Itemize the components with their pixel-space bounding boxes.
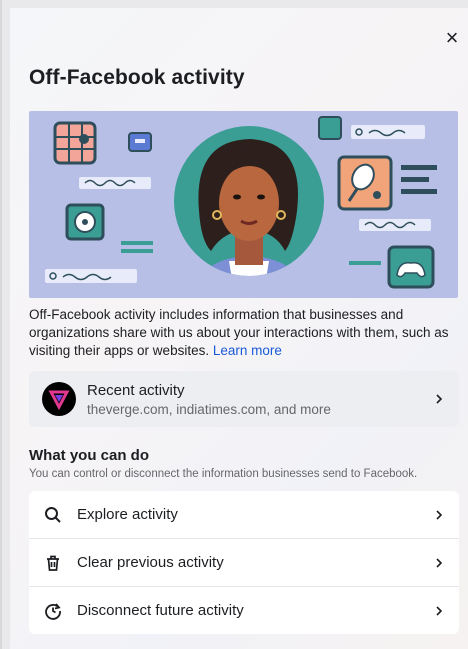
page-title: Off-Facebook activity [29,66,245,89]
chevron-right-icon [436,605,443,616]
clear-previous-activity-button[interactable]: Clear previous activity [29,539,459,587]
portrait-illustration [174,126,324,276]
recent-activity-row[interactable]: Recent activity theverge.com, indiatimes… [29,371,459,427]
section-title: What you can do [29,447,149,464]
close-button[interactable]: × [440,25,464,50]
dialog: × Off-Facebook activity Off-Facebook act… [10,8,468,649]
actions-list: Explore activity Clear previous activity… [29,491,459,634]
clear-previous-activity-label: Clear previous activity [77,554,224,571]
chevron-right-icon [436,557,443,568]
disconnect-future-activity-label: Disconnect future activity [77,602,244,619]
close-icon: × [445,25,459,50]
recent-activity-subtitle: theverge.com, indiatimes.com, and more [87,401,331,417]
recent-activity-title: Recent activity [87,381,185,399]
left-edge [0,0,2,649]
the-verge-logo-icon [42,382,76,416]
search-pill-left [45,269,137,283]
gamepad-card-icon [387,245,435,289]
soccer-card-icon [65,203,105,241]
search-icon [43,505,63,525]
hero-illustration [29,111,458,298]
section-subtitle: You can control or disconnect the inform… [29,468,418,480]
history-icon [43,601,63,621]
chevron-right-icon [436,509,443,520]
illustration-svg [45,116,437,289]
explore-activity-button[interactable]: Explore activity [29,491,459,539]
explore-activity-label: Explore activity [77,506,178,523]
search-pill-right [351,125,425,139]
tennis-card-icon [337,155,393,211]
trash-icon [43,553,63,573]
chevron-right-icon [436,394,443,404]
map-card-icon [53,121,97,165]
disconnect-future-activity-button[interactable]: Disconnect future activity [29,587,459,634]
description: Off-Facebook activity includes informati… [29,306,459,360]
learn-more-link[interactable]: Learn more [213,343,282,358]
